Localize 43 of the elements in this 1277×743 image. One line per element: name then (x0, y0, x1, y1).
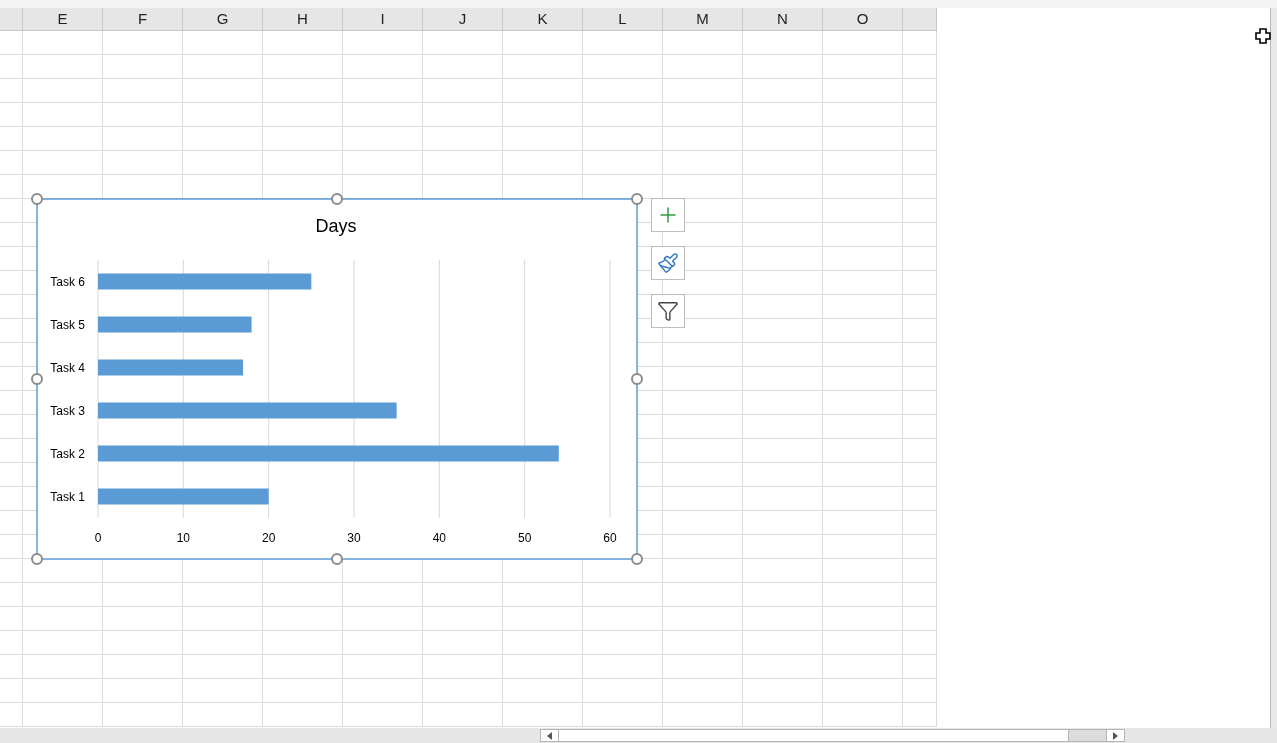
column-header[interactable]: E (23, 8, 103, 30)
axis-tick-label: 0 (94, 531, 102, 545)
column-header[interactable]: O (823, 8, 903, 30)
column-header[interactable]: M (663, 8, 743, 30)
column-header[interactable]: K (503, 8, 583, 30)
column-header[interactable]: N (743, 8, 823, 30)
paintbrush-icon (657, 252, 679, 274)
axis-tick-label: 40 (432, 531, 446, 545)
resize-handle[interactable] (31, 193, 43, 205)
category-label: Task 6 (50, 274, 85, 289)
resize-handle[interactable] (331, 193, 343, 205)
column-header[interactable]: J (423, 8, 503, 30)
axis-tick-label: 30 (347, 531, 361, 545)
category-label: Task 3 (50, 403, 85, 418)
column-header[interactable]: I (343, 8, 423, 30)
axis-tick-label: 20 (262, 531, 276, 545)
scroll-thumb[interactable] (559, 730, 1069, 741)
horizontal-scrollbar[interactable] (540, 729, 1125, 742)
scroll-right-icon[interactable] (1106, 730, 1124, 741)
column-header[interactable]: H (263, 8, 343, 30)
column-header[interactable]: L (583, 8, 663, 30)
category-label: Task 4 (50, 360, 85, 375)
chart-title: Days (315, 216, 357, 236)
axis-tick-label: 10 (176, 531, 190, 545)
category-label: Task 1 (50, 489, 85, 504)
filter-icon (657, 300, 679, 322)
resize-handle[interactable] (331, 553, 343, 565)
resize-handle[interactable] (631, 193, 643, 205)
resize-handle[interactable] (631, 373, 643, 385)
resize-handle[interactable] (31, 373, 43, 385)
column-header[interactable]: F (103, 8, 183, 30)
column-header[interactable]: G (183, 8, 263, 30)
vertical-scrollbar[interactable] (1270, 8, 1277, 728)
axis-tick-label: 50 (518, 531, 532, 545)
chart-elements-button[interactable] (651, 198, 685, 232)
axis-tick-label: 60 (603, 531, 617, 545)
chart-styles-button[interactable] (651, 246, 685, 280)
category-label: Task 5 (50, 317, 85, 332)
resize-handle[interactable] (31, 553, 43, 565)
scroll-left-icon[interactable] (541, 730, 559, 741)
chart-filters-button[interactable] (651, 294, 685, 328)
category-label: Task 2 (50, 446, 85, 461)
resize-handle[interactable] (631, 553, 643, 565)
